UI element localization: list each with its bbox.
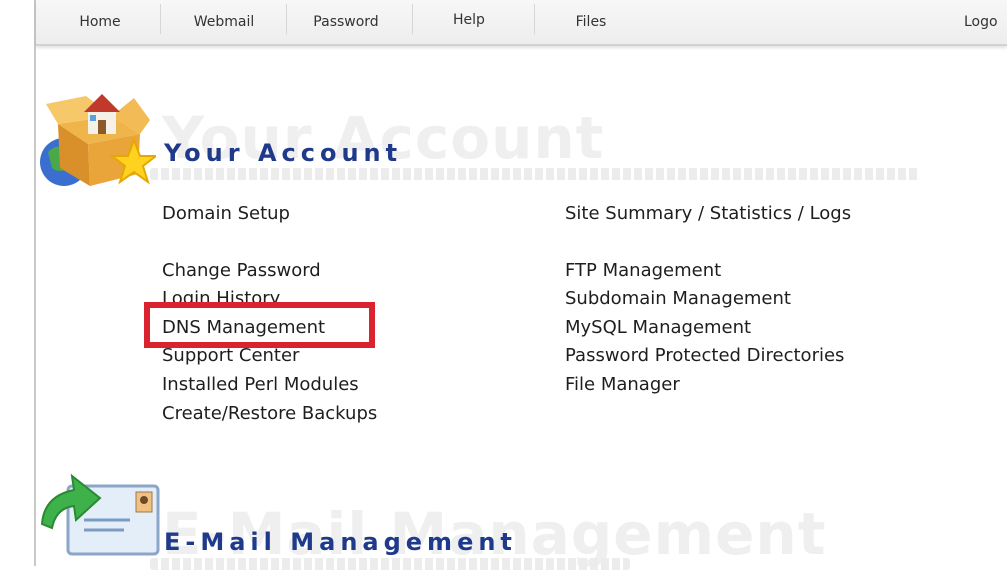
nav-divider bbox=[286, 4, 287, 34]
envelope-arrow-icon bbox=[40, 473, 160, 556]
nav-divider bbox=[412, 4, 413, 34]
page-frame-border bbox=[34, 0, 36, 566]
nav-home[interactable]: Home bbox=[72, 0, 128, 44]
link-ftp-management[interactable]: FTP Management bbox=[565, 260, 721, 281]
your-account-title: Your Account bbox=[164, 139, 403, 167]
header-dotted-rule bbox=[150, 168, 920, 180]
nav-password[interactable]: Password bbox=[304, 0, 388, 44]
nav-divider bbox=[534, 4, 535, 34]
top-nav: Home Webmail Password Help Files Logo bbox=[36, 0, 1007, 46]
nav-webmail[interactable]: Webmail bbox=[186, 0, 262, 44]
link-site-summary[interactable]: Site Summary / Statistics / Logs bbox=[565, 203, 851, 224]
dns-management-highlight bbox=[144, 302, 375, 348]
link-change-password[interactable]: Change Password bbox=[162, 260, 321, 281]
package-house-globe-star-icon bbox=[40, 94, 156, 186]
link-support-center[interactable]: Support Center bbox=[162, 345, 299, 366]
link-file-manager[interactable]: File Manager bbox=[565, 374, 680, 395]
nav-files[interactable]: Files bbox=[566, 0, 616, 44]
link-installed-perl-modules[interactable]: Installed Perl Modules bbox=[162, 374, 359, 395]
nav-help[interactable]: Help bbox=[446, 0, 492, 44]
nav-divider bbox=[160, 4, 161, 34]
header-dotted-rule bbox=[150, 558, 630, 570]
link-subdomain-management[interactable]: Subdomain Management bbox=[565, 288, 791, 309]
email-management-title: E-Mail Management bbox=[164, 528, 517, 556]
nav-logout[interactable]: Logo bbox=[964, 0, 1007, 44]
link-domain-setup[interactable]: Domain Setup bbox=[162, 203, 290, 224]
link-password-protected-directories[interactable]: Password Protected Directories bbox=[565, 345, 844, 366]
link-mysql-management[interactable]: MySQL Management bbox=[565, 317, 751, 338]
link-create-restore-backups[interactable]: Create/Restore Backups bbox=[162, 403, 377, 424]
